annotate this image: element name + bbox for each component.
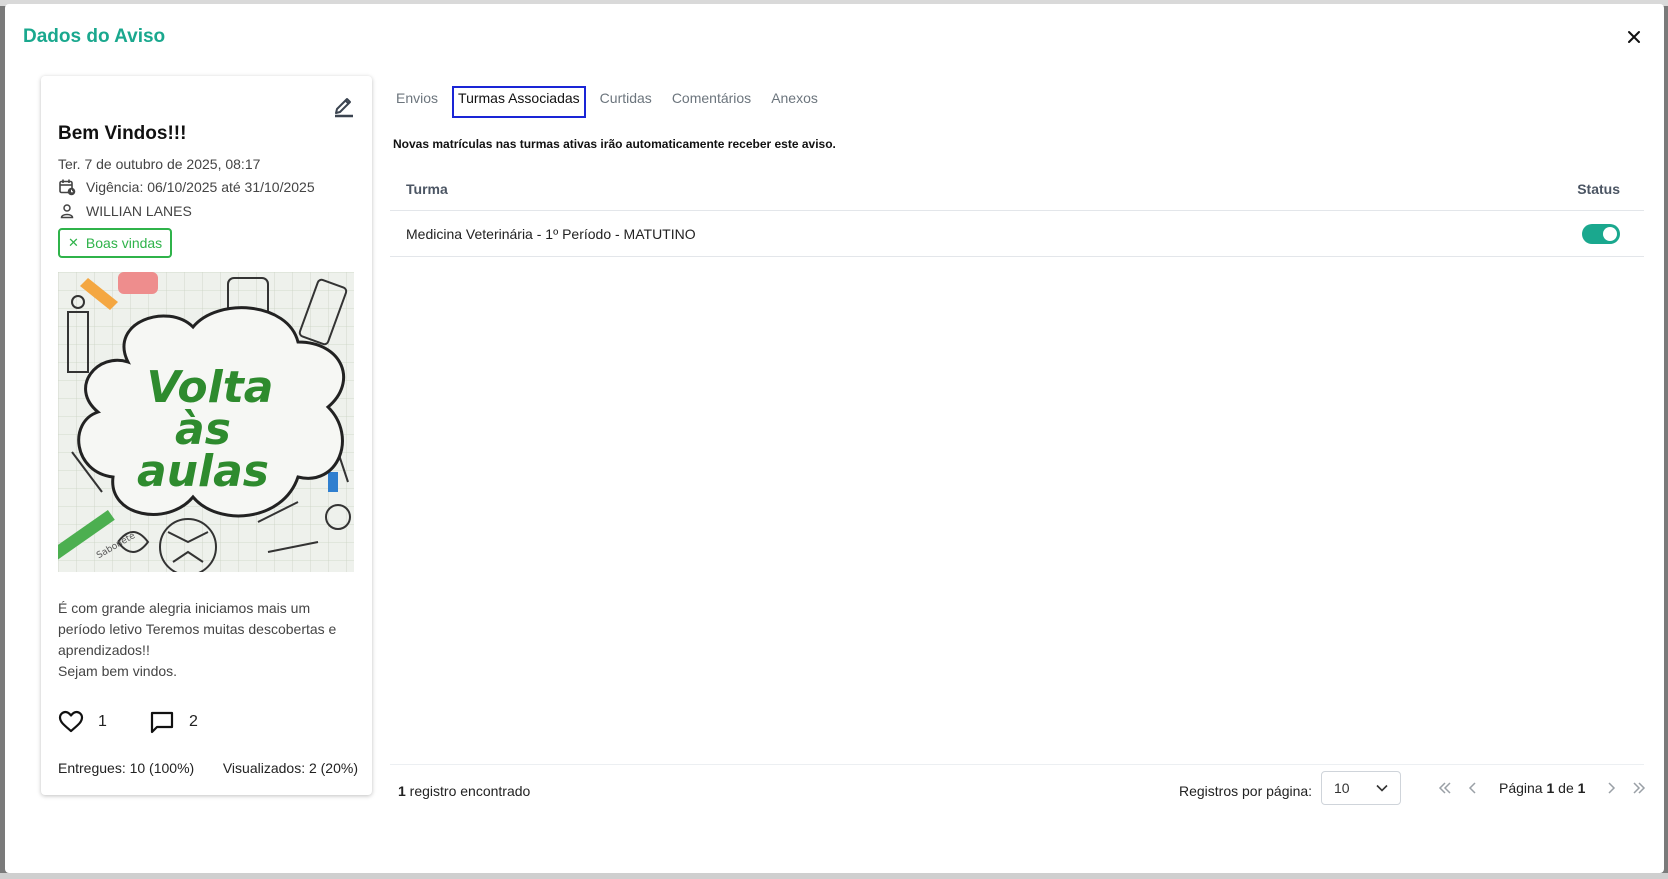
auto-enroll-notice: Novas matrículas nas turmas ativas irão … [393,137,836,151]
validity-row: Vigência: 06/10/2025 até 31/10/2025 [58,178,315,196]
calendar-clock-icon [58,178,76,196]
comment-count: 2 [189,713,198,730]
footer-divider [390,764,1644,765]
cell-status [1524,223,1644,244]
tab-envios[interactable]: Envios [390,86,444,118]
author-name: WILLIAN LANES [86,203,192,219]
modal-title: Dados do Aviso [23,26,166,47]
notice-image: Volta às aulas Sabonete [58,272,354,572]
description-line: É com grande alegria iniciamos mais um p… [58,600,337,658]
delivered-stat: Entregues: 10 (100%) [58,760,195,776]
chevron-left-icon [1468,782,1476,794]
table-row: Medicina Veterinária - 1º Período - MATU… [390,211,1644,257]
status-toggle[interactable] [1582,223,1620,244]
validity-text: Vigência: 06/10/2025 até 31/10/2025 [86,179,315,195]
page-prefix: Página [1499,780,1547,796]
result-count: 1 registro encontrado [398,783,530,799]
tab-turmas-associadas[interactable]: Turmas Associadas [452,86,586,118]
double-chevron-right-icon [1633,782,1646,794]
rows-per-page-value: 10 [1334,780,1350,796]
like-button[interactable]: 1 [58,710,107,734]
notice-description: É com grande alegria iniciamos mais um p… [58,598,358,682]
description-line: Sejam bem vindos. [58,663,178,679]
rows-per-page-select[interactable]: 10 [1321,771,1401,805]
result-count-number: 1 [398,783,406,799]
tab-curtidas[interactable]: Curtidas [594,86,658,118]
table-header: Turma Status [390,167,1644,211]
result-count-text: registro encontrado [405,783,531,799]
pagination: Página 1 de 1 [1431,778,1653,798]
notice-title: Bem Vindos!!! [58,123,187,144]
page-sep: de [1554,780,1578,796]
header-turma[interactable]: Turma [390,181,1524,197]
heart-icon [58,710,84,733]
classes-table: Turma Status Medicina Veterinária - 1º P… [390,167,1644,257]
first-page-button[interactable] [1431,778,1459,798]
header-status[interactable]: Status [1524,181,1644,197]
edit-button[interactable] [331,92,357,118]
comment-icon [150,711,174,734]
rows-per-page-label: Registros por página: [1179,783,1313,799]
tag-label: Boas vindas [85,235,163,251]
tab-anexos[interactable]: Anexos [765,86,824,118]
image-text-line3: aulas [137,446,269,497]
chevron-down-icon [1376,784,1388,792]
cell-turma: Medicina Veterinária - 1º Período - MATU… [406,225,696,242]
next-page-button[interactable] [1597,778,1625,798]
pencil-icon [335,98,353,118]
chevron-right-icon [1608,782,1616,794]
delivery-stats: Entregues: 10 (100%) Visualizados: 2 (20… [58,760,358,776]
close-icon [1628,31,1640,43]
viewed-stat: Visualizados: 2 (20%) [222,760,358,776]
prev-page-button[interactable] [1459,778,1487,798]
close-button[interactable] [1623,26,1645,48]
close-icon: ✕ [68,235,79,250]
toggle-knob [1603,226,1617,241]
notice-card: Bem Vindos!!! Ter. 7 de outubro de 2025,… [41,76,372,795]
page-total: 1 [1577,780,1586,796]
like-count: 1 [98,713,107,730]
comment-button[interactable]: 2 [149,710,198,734]
author-row: WILLIAN LANES [58,202,192,220]
last-page-button[interactable] [1625,778,1653,798]
user-icon [58,202,76,220]
category-tag[interactable]: ✕ Boas vindas [58,228,173,258]
page-backdrop-bottom [0,873,1668,879]
tab-comentarios[interactable]: Comentários [666,86,757,118]
page-indicator: Página 1 de 1 [1499,780,1585,796]
double-chevron-left-icon [1438,782,1451,794]
notice-date: Ter. 7 de outubro de 2025, 08:17 [58,156,261,172]
tab-bar: Envios Turmas Associadas Curtidas Coment… [390,86,832,118]
notice-modal: Dados do Aviso Bem Vindos!!! Ter. 7 de o… [5,4,1664,873]
